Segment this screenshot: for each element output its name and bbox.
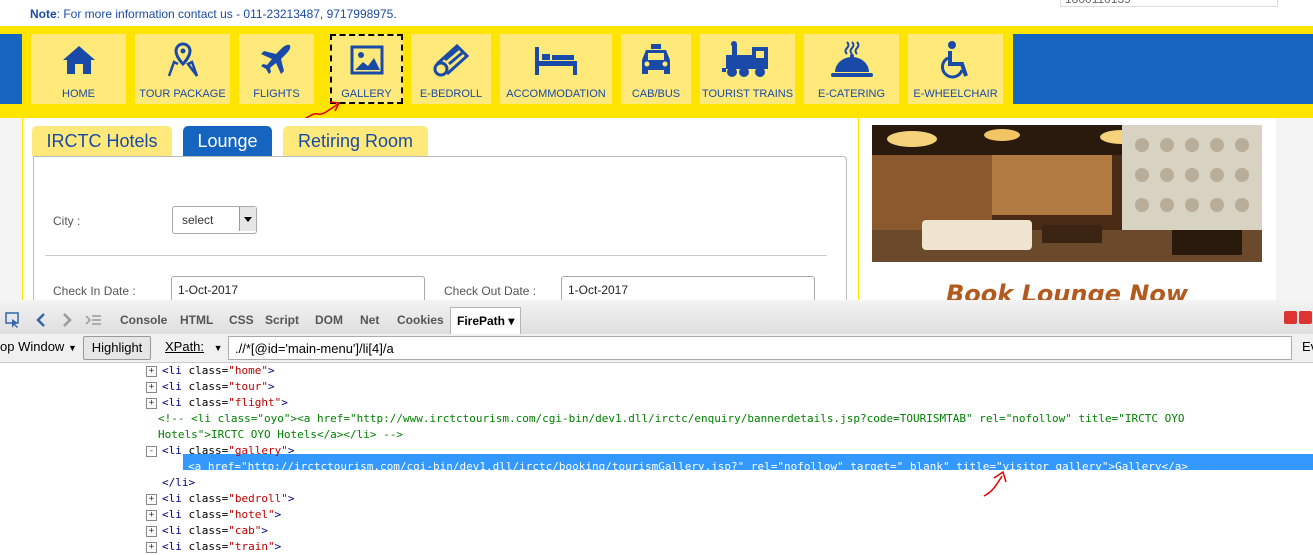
code-line[interactable]: <li class="home"> [162,363,275,379]
tab-css[interactable]: CSS [229,313,254,327]
tab-cookies[interactable]: Cookies [397,313,444,327]
tab-irctc-hotels[interactable]: IRCTC Hotels [32,126,172,156]
code-line[interactable]: <li class="tour"> [162,379,275,395]
evaluate-button[interactable]: Ev [1302,336,1313,358]
menu-item-gallery[interactable]: GALLERY [330,34,403,104]
food-cloche-icon [804,41,899,78]
command-line-icon[interactable] [84,311,102,329]
taxi-icon [621,42,691,78]
code-line[interactable]: <li class="hotel"> [162,507,281,523]
code-line[interactable]: <a href="http://irctctourism.com/cgi-bin… [188,459,1188,475]
city-label: City : [53,214,81,228]
checkin-date-field[interactable]: 1-Oct-2017 [171,276,425,302]
image-icon [330,42,403,78]
code-line[interactable]: <li class="cab"> [162,523,268,539]
expand-toggle[interactable]: + [146,510,157,521]
detach-icon[interactable] [1299,311,1312,324]
tab-retiring-room[interactable]: Retiring Room [283,126,428,156]
expand-toggle[interactable]: + [146,366,157,377]
code-line[interactable]: <li class="flight"> [162,395,288,411]
minimize-icon[interactable] [1284,311,1297,324]
menu-label: HOME [62,88,95,100]
phone-number: 1800110139 [1065,0,1131,6]
bedroll-icon [411,42,491,78]
html-tree: + <li class="home"> + <li class="tour"> + <li… [0,363,1313,553]
tab-script[interactable]: Script [265,313,299,327]
lounge-photo [872,125,1262,262]
chevron-down-icon [239,207,256,231]
back-arrow-icon[interactable] [33,311,51,329]
tab-html[interactable]: HTML [180,313,213,327]
city-select-value: select [182,213,214,227]
menu-item-tour[interactable]: TOUR PACKAGE [135,34,230,104]
expand-toggle[interactable]: + [146,382,157,393]
xpath-input[interactable]: .//*[@id='main-menu']/li[4]/a [228,336,1292,360]
chevron-down-icon: ▼ [213,343,223,353]
bed-icon [500,42,612,78]
menu-item-cab[interactable]: CAB/BUS [621,34,691,104]
chevron-down-icon: ▾ [508,314,515,328]
train-icon [700,41,795,78]
map-pin-icon [135,42,230,78]
checkout-label: Check Out Date : [444,284,537,298]
checkout-date-field[interactable]: 1-Oct-2017 [561,276,815,302]
tab-lounge[interactable]: Lounge [183,126,272,156]
menu-label: E-BEDROLL [419,88,483,100]
menu-label: ACCOMMODATION [506,88,606,100]
tab-dom[interactable]: DOM [315,313,343,327]
contact-note: Note: For more information contact us - … [30,7,397,21]
menu-item-bedroll[interactable]: E-BEDROLL [411,34,491,104]
menu-label: TOURIST TRAINS [701,88,794,100]
annotation-arrow [983,470,1007,497]
highlight-button[interactable]: Highlight [83,336,151,360]
window-mode-select[interactable]: op Window ▼ [0,336,77,358]
wheelchair-icon [908,41,1003,79]
page-gutter-right [1276,118,1313,300]
page-gutter-left [0,118,22,300]
menu-item-train[interactable]: TOURIST TRAINS [700,34,795,104]
menu-blue-left [0,34,22,104]
city-select[interactable]: select [172,206,257,234]
menu-label: CAB/BUS [631,88,681,100]
expand-toggle[interactable]: + [146,398,157,409]
menu-item-home[interactable]: HOME [31,34,126,104]
menu-blue-right [1013,34,1313,104]
inspect-icon[interactable] [4,311,22,329]
collapse-toggle[interactable]: - [146,446,157,457]
forward-arrow-icon[interactable] [58,311,76,329]
code-line[interactable]: <!-- <li class="oyo"><a href="http://www… [158,411,1185,427]
menu-label: E-CATERING [817,88,886,100]
menu-item-hotel[interactable]: ACCOMMODATION [500,34,612,104]
home-icon [31,42,126,78]
expand-toggle[interactable]: + [146,526,157,537]
menu-label: E-WHEELCHAIR [913,88,998,100]
tab-firepath[interactable]: FirePath ▾ [450,307,522,334]
menu-label: TOUR PACKAGE [139,88,226,100]
menu-item-wheelchair[interactable]: E-WHEELCHAIR [908,34,1003,104]
xpath-select[interactable]: XPath: ▼ [165,336,223,358]
tab-console[interactable]: Console [120,313,167,327]
code-line[interactable]: <li class="gallery"> [162,443,294,459]
expand-toggle[interactable]: + [146,494,157,505]
chevron-down-icon: ▼ [67,343,77,353]
airplane-icon [239,42,314,78]
checkin-label: Check In Date : [53,284,136,298]
code-line[interactable]: Hotels">IRCTC OYO Hotels</a></li> --> [158,427,403,443]
code-line[interactable]: <li class="bedroll"> [162,491,294,507]
code-line[interactable]: <li class="train"> [162,539,281,555]
divider [45,255,827,256]
menu-item-catering[interactable]: E-CATERING [804,34,899,104]
tab-net[interactable]: Net [360,313,379,327]
menu-item-flight[interactable]: FLIGHTS [239,34,314,104]
note-bar: Note: For more information contact us - … [0,0,1313,26]
code-line[interactable]: </li> [162,475,195,491]
